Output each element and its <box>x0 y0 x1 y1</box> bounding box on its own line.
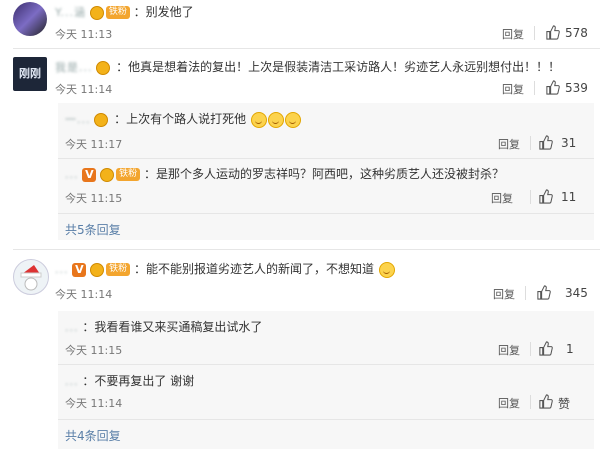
reply-button[interactable]: 回复 <box>502 26 524 42</box>
like-count: 11 <box>561 190 577 204</box>
username[interactable]: ... <box>55 263 69 276</box>
reply-button[interactable]: 回复 <box>498 136 520 152</box>
thumbs-up-icon[interactable] <box>538 341 553 356</box>
thumbs-up-icon[interactable] <box>538 394 553 409</box>
reply-button[interactable]: 回复 <box>493 286 515 302</box>
divider <box>58 419 594 420</box>
reply-button[interactable]: 回复 <box>502 81 524 97</box>
username[interactable]: ... <box>65 375 79 388</box>
comment-time: 今天 11:14 <box>55 288 113 301</box>
reply-list: 一... ：上次有个路人说打死他 今天 11:17 回复 31 ... V 铁粉… <box>58 103 594 240</box>
like-count: 539 <box>565 81 588 95</box>
comment-header: Y...涵 铁粉 ：别发他了 <box>55 3 194 20</box>
fan-medal-icon <box>100 167 115 182</box>
comment-text: ：能不能别报道劣迹艺人的新闻了，不想知道 <box>134 262 375 276</box>
reply-header: ... ：我看看谁又来买通稿复出试水了 <box>65 318 262 335</box>
avatar-text: 刚刚 <box>19 67 41 80</box>
reply-header: 一... ：上次有个路人说打死他 <box>65 110 301 128</box>
fan-badge: 铁粉 <box>106 263 131 276</box>
thumbs-up-icon[interactable] <box>545 80 560 95</box>
divider <box>58 364 594 365</box>
more-replies-link[interactable]: 共5条回复 <box>65 221 121 238</box>
comment-text: ：别发他了 <box>133 5 194 19</box>
reply-text: ：我看看谁又来买通稿复出试水了 <box>82 320 263 334</box>
reply-header: ... V 铁粉 ：是那个多人运动的罗志祥吗？阿西吧，这种劣质艺人还没被封杀？ <box>65 165 504 182</box>
reply-button[interactable]: 回复 <box>491 190 513 206</box>
comment-time: 今天 11:13 <box>55 28 113 41</box>
divider <box>58 213 594 214</box>
reply-time: 今天 11:15 <box>65 192 123 205</box>
reply-button[interactable]: 回复 <box>498 342 520 358</box>
reply-button[interactable]: 回复 <box>498 395 520 411</box>
thumbs-up-icon[interactable] <box>538 189 553 204</box>
divider <box>13 48 600 49</box>
divider <box>530 395 531 409</box>
fan-badge: 铁粉 <box>116 168 141 181</box>
reply-text: ：不要再复出了 谢谢 <box>82 374 195 388</box>
reply-text: ：上次有个路人说打死他 <box>114 112 247 126</box>
comment-time: 今天 11:14 <box>55 83 113 96</box>
username[interactable]: ... <box>65 168 79 181</box>
divider <box>534 81 535 95</box>
comment-header: ... V 铁粉 ：能不能别报道劣迹艺人的新闻了，不想知道 <box>55 260 395 278</box>
comment-header: 我是... ：他真是想着法的复出！上次是假装清洁工采访路人！劣迹艺人永远别想付出… <box>55 58 560 75</box>
verified-v-icon: V <box>72 262 87 277</box>
thumbs-up-icon[interactable] <box>545 25 560 40</box>
comment-text: ：他真是想着法的复出！上次是假装清洁工采访路人！劣迹艺人永远别想付出！！！ <box>116 60 561 74</box>
like-count: 345 <box>565 286 588 300</box>
smile-emoji-icon <box>378 261 395 278</box>
more-replies-link[interactable]: 共4条回复 <box>65 427 121 444</box>
verified-v-icon: V <box>82 167 97 182</box>
divider <box>534 26 535 40</box>
reply-text: ：是那个多人运动的罗志祥吗？阿西吧，这种劣质艺人还没被封杀？ <box>144 167 505 181</box>
divider <box>525 286 526 300</box>
reply-list: ... ：我看看谁又来买通稿复出试水了 今天 11:15 回复 1 ... ：不… <box>58 311 594 449</box>
reply-header: ... ：不要再复出了 谢谢 <box>65 372 194 389</box>
thumbs-up-icon[interactable] <box>536 285 551 300</box>
like-count: 1 <box>566 342 574 356</box>
avatar[interactable]: 刚刚 <box>13 57 47 91</box>
reply-time: 今天 11:14 <box>65 397 123 410</box>
laugh-emoji-icon <box>285 111 301 128</box>
avatar[interactable] <box>13 259 49 295</box>
username[interactable]: ... <box>65 321 79 334</box>
fan-badge: 铁粉 <box>105 6 130 19</box>
fan-medal-icon <box>90 262 105 277</box>
divider <box>530 136 531 150</box>
reply-time: 今天 11:17 <box>65 138 123 151</box>
username[interactable]: 我是... <box>55 61 93 74</box>
username[interactable]: 一... <box>65 113 91 126</box>
laugh-emoji-icon <box>251 111 267 128</box>
thumbs-up-icon[interactable] <box>538 135 553 150</box>
like-count: 578 <box>565 26 588 40</box>
laugh-emoji-icon <box>268 111 284 128</box>
divider <box>530 190 531 204</box>
divider <box>530 342 531 356</box>
divider <box>13 249 600 250</box>
fan-medal-icon <box>94 112 109 127</box>
divider <box>58 158 594 159</box>
like-count: 31 <box>561 136 577 150</box>
like-label[interactable]: 赞 <box>558 395 570 412</box>
fan-medal-icon <box>89 5 104 20</box>
santa-hat-icon <box>20 265 42 291</box>
reply-time: 今天 11:15 <box>65 344 123 357</box>
username[interactable]: Y...涵 <box>55 6 86 19</box>
avatar[interactable] <box>13 2 47 36</box>
fan-medal-icon <box>96 60 111 75</box>
